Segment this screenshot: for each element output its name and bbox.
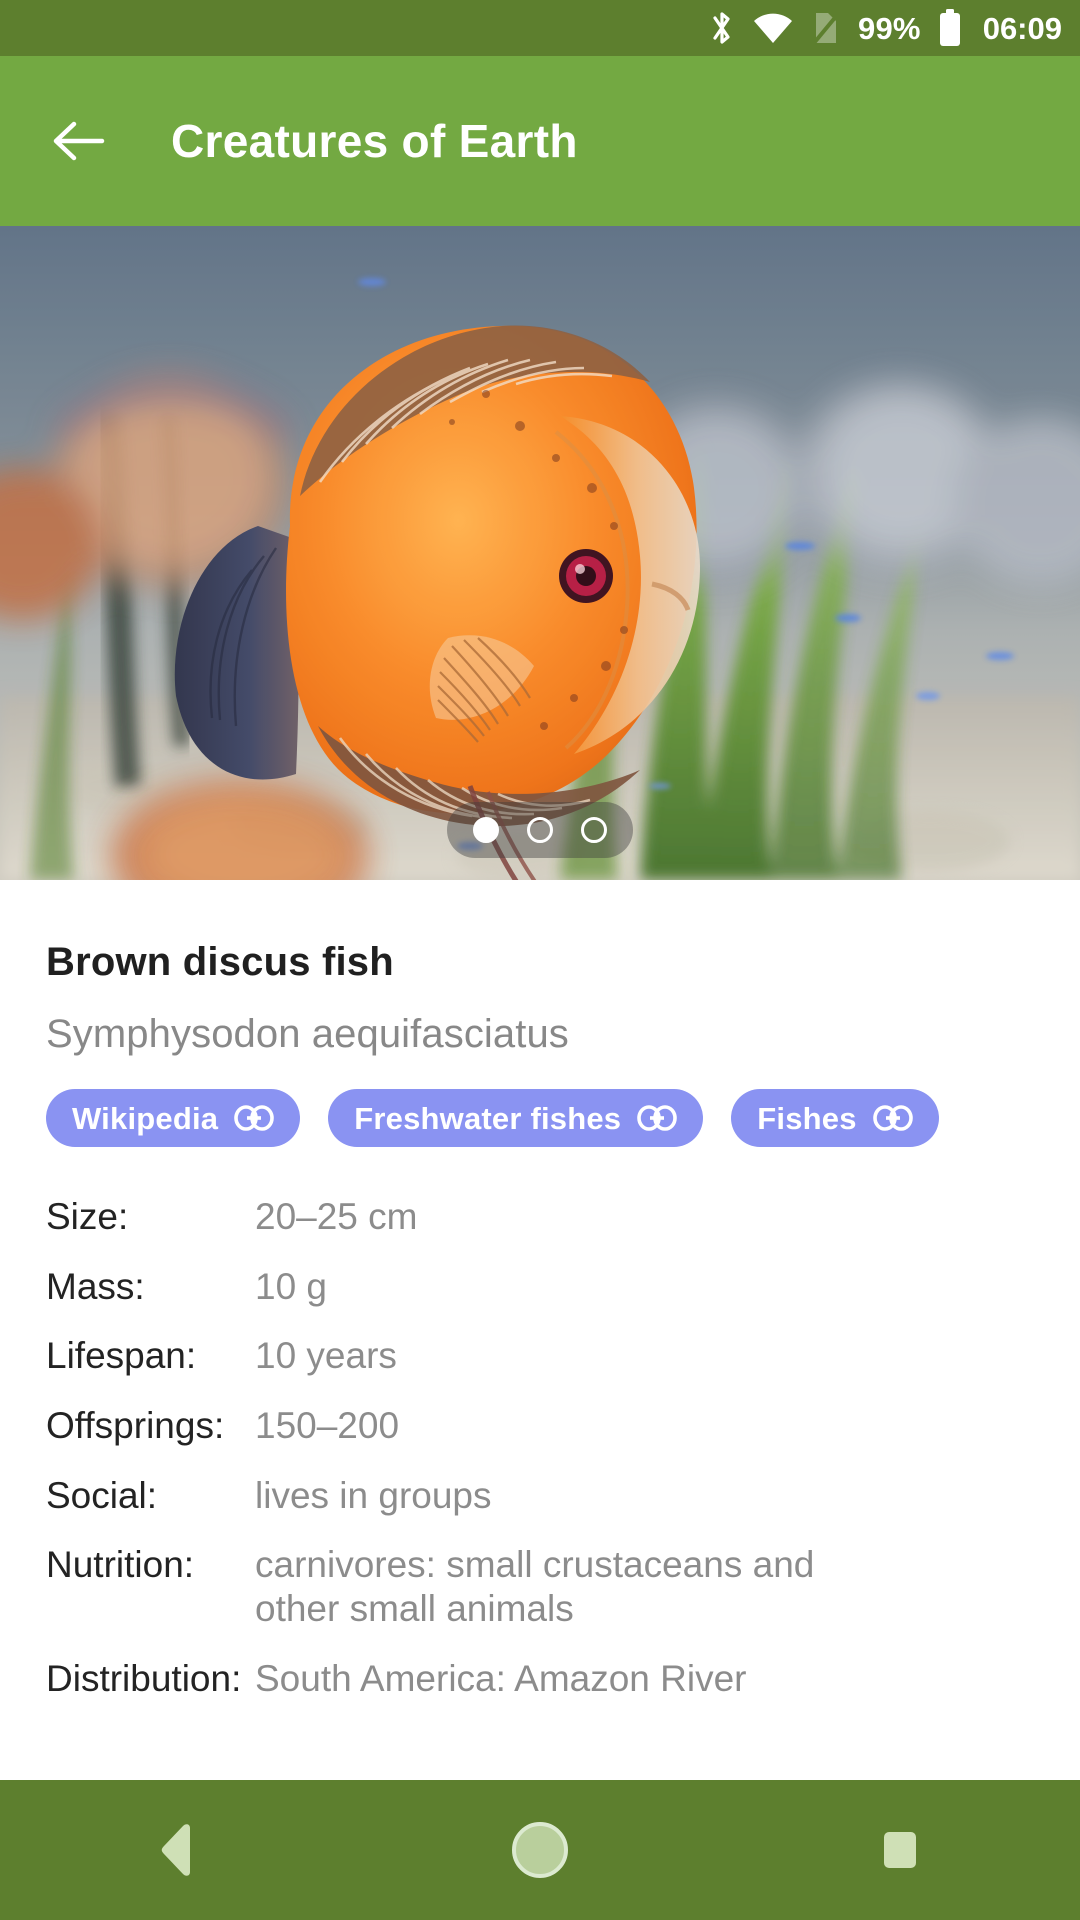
link-icon <box>234 1105 275 1131</box>
chip-fishes[interactable]: Fishes <box>731 1089 939 1147</box>
fact-row-offsprings: Offsprings: 150–200 <box>46 1404 1034 1448</box>
nav-back-button[interactable] <box>120 1790 240 1910</box>
species-common-name: Brown discus fish <box>46 940 394 984</box>
chip-fishes-label: Fishes <box>757 1100 857 1136</box>
back-button[interactable] <box>48 111 108 171</box>
fact-label-offsprings: Offsprings: <box>46 1404 225 1446</box>
fact-value-nutrition: carnivores: small crustaceans and other … <box>255 1544 815 1629</box>
fact-label-nutrition: Nutrition: <box>46 1544 195 1586</box>
chip-wikipedia[interactable]: Wikipedia <box>46 1089 301 1147</box>
fact-value-social: lives in groups <box>255 1474 492 1516</box>
hero-image[interactable] <box>0 226 1080 880</box>
battery-percent-label: 99% <box>858 10 921 46</box>
fact-value-offsprings: 150–200 <box>255 1404 400 1446</box>
status-bar: 99% 06:09 <box>0 0 1080 56</box>
recents-square-icon <box>884 1832 916 1868</box>
status-bar-clock: 06:09 <box>982 10 1062 46</box>
fact-row-social: Social: lives in groups <box>46 1474 1034 1518</box>
fact-value-mass: 10 g <box>255 1265 328 1307</box>
fact-label-distribution: Distribution: <box>46 1657 242 1699</box>
fact-row-size: Size: 20–25 cm <box>46 1195 1034 1239</box>
fact-label-size: Size: <box>46 1196 129 1237</box>
nav-recents-button[interactable] <box>840 1790 960 1910</box>
back-arrow-icon <box>53 121 105 161</box>
carousel-dot-3[interactable] <box>581 817 607 843</box>
page-title: Creatures of Earth <box>171 115 578 167</box>
fact-label-lifespan: Lifespan: <box>46 1335 197 1377</box>
fact-value-lifespan: 10 years <box>255 1335 397 1377</box>
carousel-indicator[interactable] <box>447 802 633 858</box>
link-icon <box>637 1105 678 1131</box>
nav-home-button[interactable] <box>480 1790 600 1910</box>
app-bar: Creatures of Earth <box>0 56 1080 226</box>
fact-label-social: Social: <box>46 1474 158 1516</box>
fact-row-lifespan: Lifespan: 10 years <box>46 1334 1034 1378</box>
tag-chip-list: Wikipedia Freshwater fishes Fishes <box>46 1089 1034 1147</box>
sim-off-icon <box>811 10 841 46</box>
carousel-dot-2[interactable] <box>527 817 553 843</box>
discus-fish-photo <box>0 226 1080 880</box>
back-triangle-icon <box>161 1824 190 1876</box>
link-icon <box>872 1105 913 1131</box>
wifi-icon <box>752 11 794 45</box>
battery-icon <box>938 9 962 47</box>
fact-value-distribution: South America: Amazon River <box>255 1657 747 1699</box>
fact-label-mass: Mass: <box>46 1265 145 1307</box>
app-screen: 99% 06:09 Creatures of Earth Brown discu… <box>0 0 1080 1920</box>
chip-freshwater-fishes-label: Freshwater fishes <box>354 1100 622 1136</box>
fact-row-distribution: Distribution: South America: Amazon Rive… <box>46 1657 1034 1701</box>
species-scientific-name: Symphysodon aequifasciatus <box>46 1012 569 1056</box>
chip-wikipedia-label: Wikipedia <box>72 1100 219 1136</box>
fact-table: Size: 20–25 cm Mass: 10 g Lifespan: 10 y… <box>46 1195 1034 1700</box>
chip-freshwater-fishes[interactable]: Freshwater fishes <box>328 1089 704 1147</box>
bluetooth-icon <box>709 10 735 46</box>
android-navigation-bar <box>0 1780 1080 1920</box>
carousel-dot-1[interactable] <box>473 817 499 843</box>
fact-value-size: 20–25 cm <box>255 1196 418 1237</box>
fact-row-nutrition: Nutrition: carnivores: small crustaceans… <box>46 1543 1034 1630</box>
detail-panel: Brown discus fish Symphysodon aequifasci… <box>0 880 1080 1770</box>
home-circle-icon <box>512 1822 568 1878</box>
fact-row-mass: Mass: 10 g <box>46 1265 1034 1309</box>
